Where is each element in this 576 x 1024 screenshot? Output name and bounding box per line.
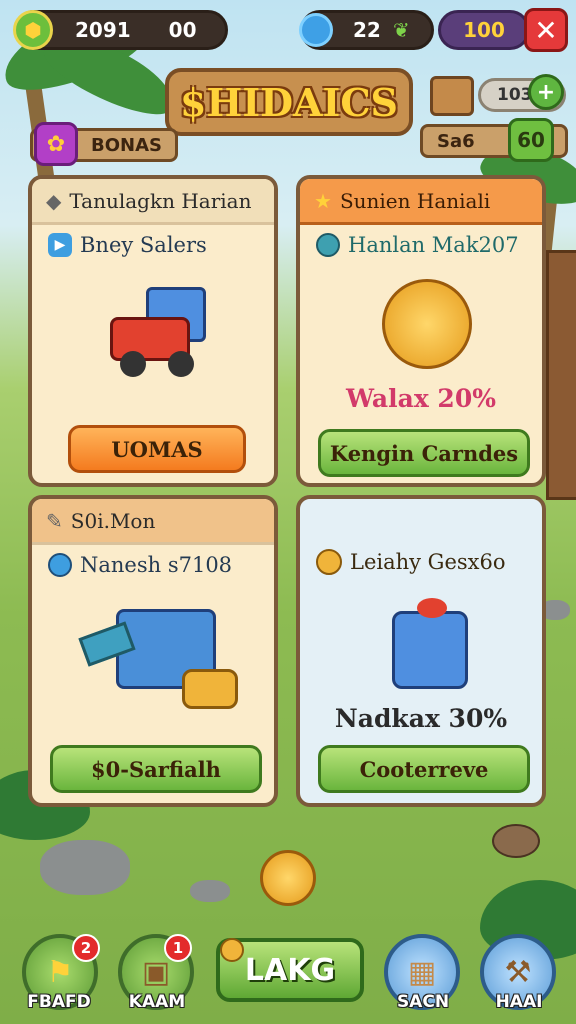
card-3-button[interactable]: $0-Sarfialh: [50, 745, 262, 793]
nav-play-label: LAKG: [244, 952, 336, 988]
coin-small-icon: [48, 553, 72, 577]
leaf-icon: ❦: [392, 18, 410, 42]
pen-icon: ✎: [46, 508, 63, 533]
nav-hammer-label: HAAI: [495, 992, 543, 1012]
coin-small-icon: [316, 549, 342, 575]
secondary-count: 00: [168, 18, 197, 42]
offer-card-1: ◆ Tanulagkn Harian ▶ Bney Salers UOMAS: [28, 175, 278, 487]
coin-count: 2091: [75, 18, 131, 42]
nav-crate-label: KAAM: [128, 992, 186, 1012]
hammer-icon: ⚒: [504, 954, 532, 990]
page-title: $HIDAICS: [165, 68, 413, 136]
gem-count: 22: [353, 18, 381, 42]
gem-small-icon: [316, 233, 340, 257]
box-icon: ▦: [407, 954, 437, 990]
card-2-discount: Walax 20%: [346, 384, 496, 413]
play-icon: [220, 938, 244, 962]
offer-card-3: ✎ S0i.Mon Nanesh s7108 $0-Sarfialh: [28, 495, 278, 807]
card-subtitle: Hanlan Mak207: [316, 233, 519, 257]
shop-label: Sa6: [437, 130, 475, 152]
offer-card-4: Leiahy Gesx6o Nadkax 30% Cooterreve: [296, 495, 546, 807]
close-icon: ✕: [534, 13, 558, 47]
offer-card-2: ★ Sunien Haniali Hanlan Mak207 Walax 20%…: [296, 175, 546, 487]
shop-count: 60: [517, 128, 545, 152]
coin-pile-icon: [382, 279, 472, 369]
subtitle-text: Nanesh s7108: [80, 553, 233, 577]
card-title: Sunien Haniali: [339, 188, 491, 213]
crate-stack-icon: [430, 76, 474, 116]
crate-icon: ▣: [141, 954, 171, 990]
card-4-discount: Nadkax 30%: [334, 704, 508, 733]
nav-flag-badge: 2: [72, 934, 100, 962]
gem-icon: [299, 13, 333, 47]
subtitle-text: Hanlan Mak207: [348, 233, 519, 257]
nav-flag-label: FBAFD: [27, 992, 91, 1012]
shop-count-badge: 60: [508, 118, 554, 162]
close-button[interactable]: ✕: [524, 8, 568, 52]
card-1-button[interactable]: UOMAS: [68, 425, 246, 473]
gift-bag-icon: [392, 598, 468, 689]
gem-bar: 22 ❦: [299, 10, 434, 50]
card-2-button[interactable]: Kengin Carndes: [318, 429, 530, 477]
currency-bar-left: ⬢ 2091 00: [13, 10, 228, 50]
card-title: S0i.Mon: [70, 508, 156, 533]
flag-icon: ⚑: [46, 954, 74, 990]
token-bar: 100: [438, 10, 530, 50]
card-4-button[interactable]: Cooterreve: [318, 745, 530, 793]
nav-crate-badge: 1: [164, 934, 192, 962]
card-header: ◆ Tanulagkn Harian: [32, 179, 274, 225]
card-header: ✎ S0i.Mon: [32, 499, 274, 545]
bonus-gift-icon: ✿: [34, 122, 78, 166]
token-count: 100: [463, 18, 505, 42]
truck-icon: [106, 279, 216, 379]
subtitle-text: Leiahy Gesx6o: [350, 550, 506, 574]
add-icon[interactable]: +: [528, 74, 564, 110]
bonus-label: BONAS: [91, 134, 162, 156]
card-title: Tanulagkn Harian: [69, 188, 252, 213]
play-icon: ▶: [48, 233, 72, 257]
shield-icon: ⬢: [13, 10, 53, 50]
star-icon: ★: [314, 188, 332, 213]
coin-icon[interactable]: [260, 850, 316, 906]
card-subtitle: ▶ Bney Salers: [48, 233, 207, 257]
bottom-nav: ⚑ 2 FBAFD ▣ 1 KAAM LAKG ▦ SACN ⚒ HAAI: [0, 920, 576, 1024]
subtitle-text: Bney Salers: [80, 233, 207, 257]
cash-box-icon: [78, 599, 242, 719]
critter-icon: [492, 824, 540, 858]
card-subtitle: Leiahy Gesx6o: [316, 549, 506, 575]
card-header: ★ Sunien Haniali: [300, 179, 542, 225]
card-subtitle: Nanesh s7108: [48, 553, 232, 577]
tag-icon: ◆: [46, 188, 62, 213]
nav-box-label: SACN: [396, 992, 450, 1012]
